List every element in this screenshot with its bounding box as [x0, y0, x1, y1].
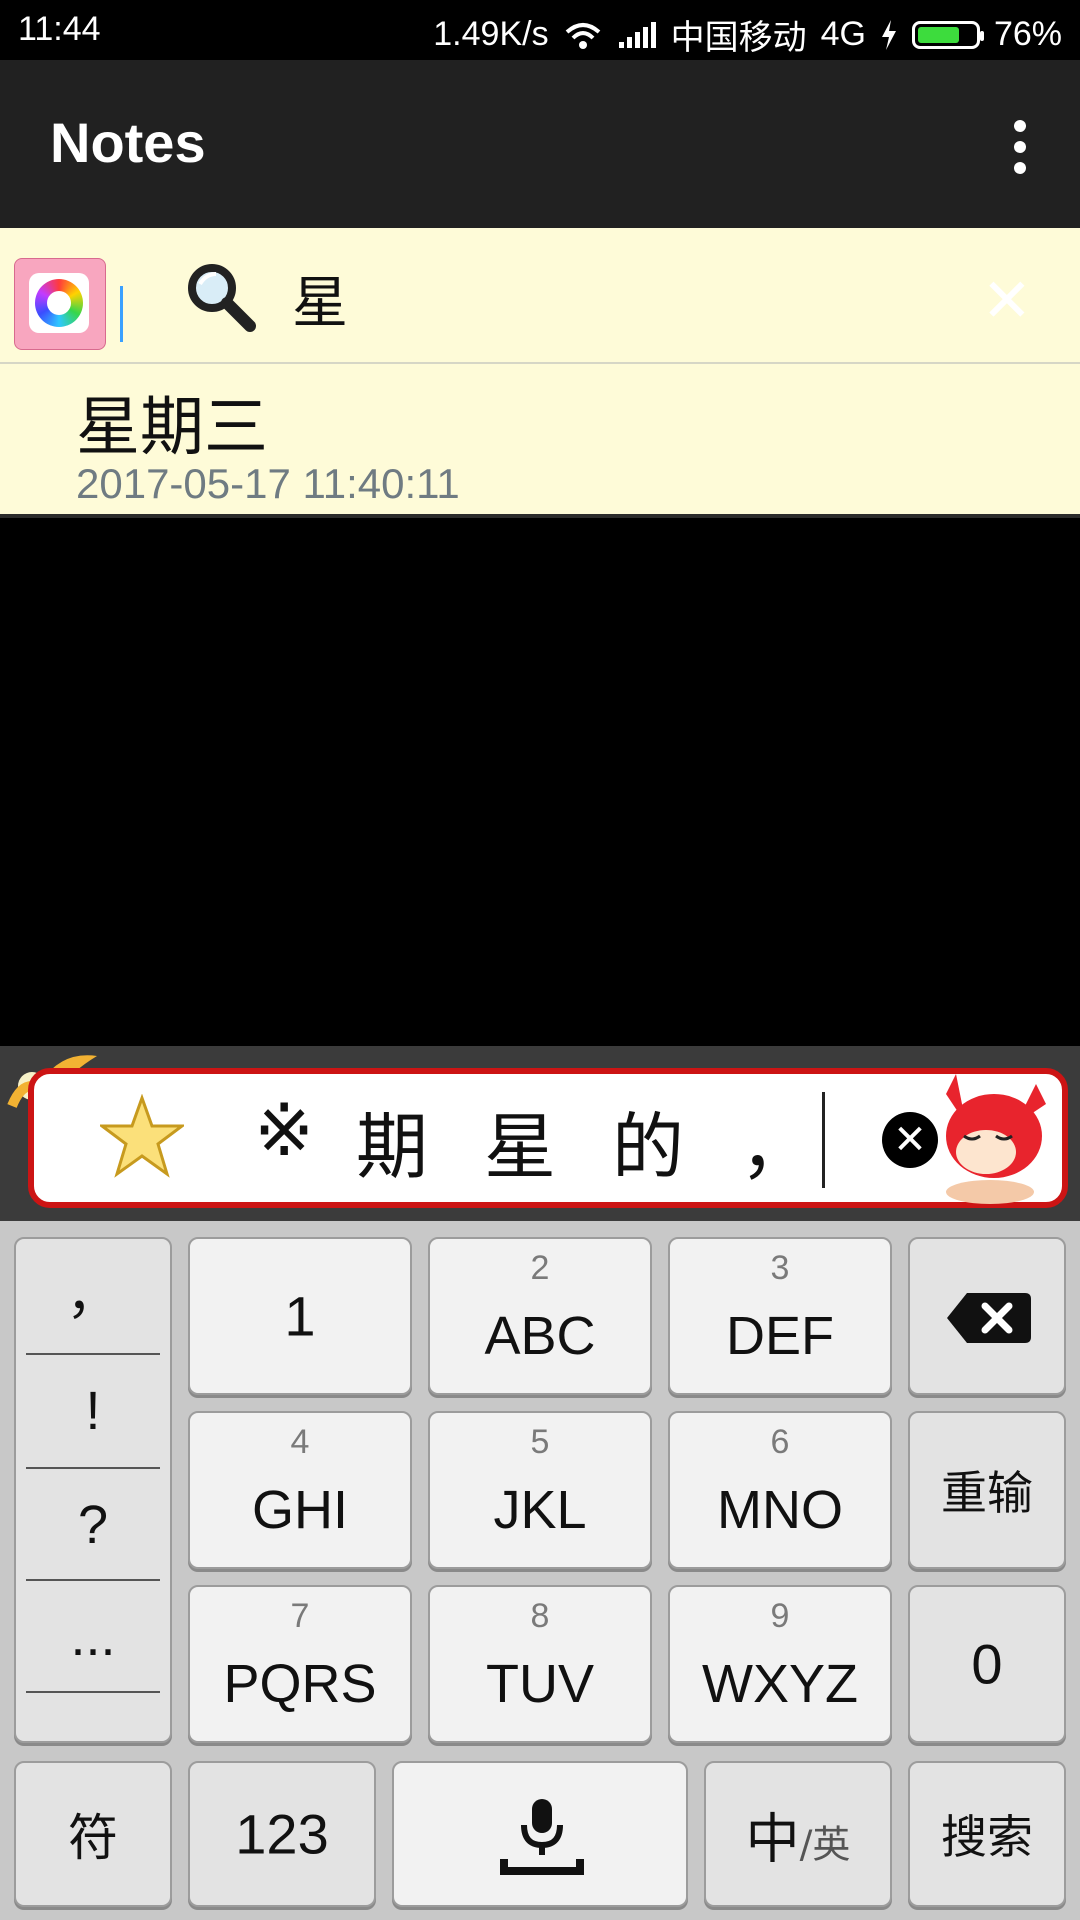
lang-chinese-label: 中 — [745, 1807, 800, 1871]
key-6-mno[interactable]: 6 MNO — [668, 1411, 892, 1569]
punct-question-key[interactable]: ? — [16, 1469, 170, 1581]
punctuation-column: ， ! ? ... — [14, 1237, 172, 1743]
candidate-2[interactable]: 星 — [484, 1088, 556, 1193]
color-palette-icon[interactable] — [14, 258, 106, 350]
key-6-label: MNO — [717, 1480, 843, 1540]
status-bar: 11:44 1.49K/s 中国移动 4G 76% — [0, 0, 1080, 60]
search-key-label: 搜索 — [941, 1810, 1033, 1864]
key-3-def[interactable]: 3 DEF — [668, 1237, 892, 1395]
clear-icon[interactable]: ✕ — [982, 266, 1032, 336]
key-6-number: 6 — [770, 1423, 790, 1461]
punct-ellipsis-key[interactable]: ... — [16, 1581, 170, 1693]
key-0[interactable]: 0 — [908, 1585, 1066, 1743]
star-icon[interactable] — [100, 1094, 184, 1178]
lang-english-label: /英 — [799, 1822, 851, 1867]
key-7-pqrs[interactable]: 7 PQRS — [188, 1585, 412, 1743]
language-switch-key[interactable]: 中/英 — [704, 1761, 892, 1907]
key-7-label: PQRS — [223, 1654, 377, 1714]
backspace-icon — [947, 1293, 1031, 1343]
voice-space-key[interactable] — [392, 1761, 688, 1907]
status-time: 11:44 — [18, 10, 101, 48]
candidate-panel: ※ 期 星 的 ， ✕ — [28, 1068, 1068, 1208]
key-4-label: GHI — [251, 1480, 348, 1540]
network-type: 4G — [820, 15, 866, 53]
key-9-wxyz[interactable]: 9 WXYZ — [668, 1585, 892, 1743]
punct-exclamation-key[interactable]: ! — [16, 1355, 170, 1467]
text-cursor — [120, 286, 123, 342]
key-9-number: 9 — [770, 1597, 790, 1635]
search-icon — [188, 264, 256, 332]
battery-icon — [911, 20, 984, 49]
key-9-label: WXYZ — [702, 1654, 858, 1714]
symbols-key[interactable]: 符 — [14, 1761, 172, 1907]
candidate-0[interactable]: ※ — [254, 1088, 314, 1172]
wifi-icon — [565, 22, 600, 49]
key-8-label: TUV — [486, 1654, 594, 1714]
key-0-label: 0 — [971, 1632, 1003, 1696]
key-1[interactable]: 1 — [188, 1237, 412, 1395]
reinput-label: 重输 — [941, 1466, 1033, 1520]
battery-percent: 76% — [993, 15, 1062, 53]
microphone-icon — [500, 1799, 584, 1875]
keyboard: ， ! ? ... 1 2 ABC 3 DEF 4 GHI 5 JKL 6 MN… — [0, 1221, 1080, 1920]
key-1-label: 1 — [284, 1284, 316, 1348]
key-7-number: 7 — [290, 1597, 310, 1635]
key-8-tuv[interactable]: 8 TUV — [428, 1585, 652, 1743]
search-row: 星 ✕ — [0, 228, 1080, 364]
punct-comma-key[interactable]: ， — [16, 1239, 170, 1351]
key-2-label: ABC — [484, 1306, 596, 1366]
app-title: Notes — [50, 111, 206, 174]
backspace-key[interactable] — [908, 1237, 1066, 1395]
key-5-label: JKL — [493, 1480, 587, 1540]
reinput-key[interactable]: 重输 — [908, 1411, 1066, 1569]
candidate-4[interactable]: ， — [740, 1088, 812, 1193]
key-8-number: 8 — [530, 1597, 550, 1635]
note-date: 2017-05-17 11:40:11 — [76, 460, 460, 507]
candidate-bar: ※ 期 星 的 ， ✕ — [0, 1046, 1080, 1221]
search-key[interactable]: 搜索 — [908, 1761, 1066, 1907]
key-3-label: DEF — [726, 1306, 834, 1366]
key-2-abc[interactable]: 2 ABC — [428, 1237, 652, 1395]
numbers-key[interactable]: 123 — [188, 1761, 376, 1907]
network-speed: 1.49K/s — [433, 15, 549, 53]
key-3-number: 3 — [770, 1249, 790, 1287]
punct-divider — [26, 1691, 160, 1693]
app-bar: Notes — [0, 60, 1080, 228]
fox-mascot-icon — [946, 1074, 1046, 1204]
charging-icon — [881, 19, 896, 50]
key-2-number: 2 — [530, 1249, 550, 1287]
numbers-label: 123 — [235, 1802, 329, 1866]
key-4-ghi[interactable]: 4 GHI — [188, 1411, 412, 1569]
more-vert-icon[interactable] — [1010, 120, 1030, 176]
candidate-1[interactable]: 期 — [356, 1088, 428, 1193]
list-item[interactable]: 星期三 2017-05-17 11:40:11 — [0, 364, 1080, 518]
signal-icon — [618, 21, 656, 48]
key-5-jkl[interactable]: 5 JKL — [428, 1411, 652, 1569]
note-title: 星期三 — [76, 391, 268, 465]
candidate-3[interactable]: 的 — [612, 1088, 684, 1193]
carrier-name: 中国移动 — [670, 19, 807, 57]
search-input[interactable]: 星 — [292, 258, 348, 339]
candidate-divider — [822, 1092, 825, 1188]
key-5-number: 5 — [530, 1423, 550, 1461]
key-4-number: 4 — [290, 1423, 310, 1461]
symbols-label: 符 — [68, 1809, 118, 1867]
